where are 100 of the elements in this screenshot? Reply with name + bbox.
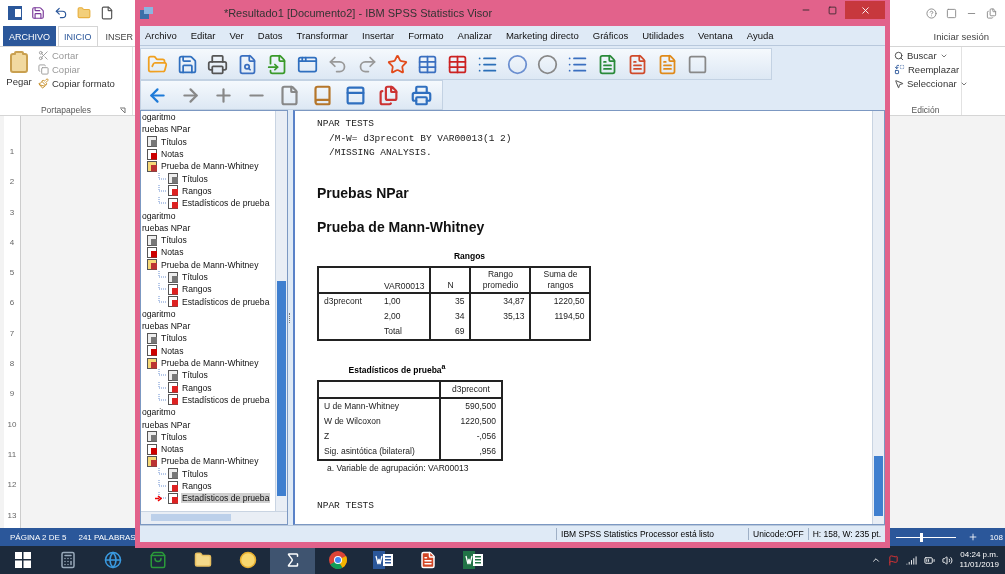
tree-item[interactable]: Notas [160,444,185,455]
column-header: VAR00013 [379,266,431,293]
notes-document-icon [147,246,158,258]
tree-item[interactable]: Rangos [181,284,213,295]
tree-item[interactable]: ruebas NPar [141,321,192,332]
chrome-circle-icon[interactable] [328,551,347,569]
tree-item[interactable]: Rangos [181,481,213,492]
syntax-line: /MISSING ANALYSIS. [328,146,433,161]
blank-document-icon[interactable] [279,84,300,106]
row-header: U de Mann-Whitney [318,397,440,414]
tree-item[interactable]: Rangos [181,382,213,393]
menu-item[interactable]: Analizar [457,30,492,41]
tree-item[interactable]: Títulos [181,173,209,184]
menu-item[interactable]: Formato [408,30,444,41]
menu-item[interactable]: Ayuda [746,30,774,41]
tree-item[interactable]: Notas [160,247,185,258]
shopping-bag-icon[interactable] [148,551,167,569]
tree-item[interactable]: Títulos [181,468,209,479]
tree-item[interactable]: ogaritmo [141,112,177,123]
book-icon[interactable] [312,84,333,106]
arrow-document-icon[interactable] [267,53,288,75]
tree-item[interactable]: Títulos [160,235,188,246]
ribbon-tab[interactable]: INICIO [58,26,98,46]
ribbon-tab[interactable]: ARCHIVO [3,26,56,46]
menu-item[interactable]: Gráficos [592,30,629,41]
help-icon[interactable] [926,7,937,19]
sign-in-link[interactable]: Iniciar sesión [933,30,989,42]
save-icon[interactable] [31,6,45,20]
tree-item[interactable]: Títulos [160,431,188,442]
tree-item[interactable]: ruebas NPar [141,222,192,233]
tree-item[interactable]: Estadísticos de prueba [181,296,271,307]
menu-item[interactable]: Transformar [296,30,348,41]
menu-item[interactable]: Ver [229,30,244,41]
replace-button[interactable]: Reemplazar [894,64,957,75]
menu-item[interactable]: Ventana [697,30,733,41]
menu-item[interactable]: Datos [257,30,283,41]
battery-icon[interactable] [923,554,935,566]
tree-item[interactable]: Prueba de Mann-Whitney [160,456,260,467]
restore-icon[interactable] [986,7,997,19]
tree-item[interactable]: Prueba de Mann-Whitney [160,358,260,369]
find-button[interactable]: Buscar [894,50,957,61]
folder-icon[interactable] [193,551,212,569]
select-button[interactable]: Seleccionar [894,78,957,89]
flag-icon[interactable] [887,554,899,566]
document-app-icon[interactable] [418,551,437,569]
globe-icon[interactable] [103,551,122,569]
tree-item[interactable]: ogaritmo [141,210,177,221]
tree-item[interactable]: Títulos [181,370,209,381]
horizontal-scrollbar[interactable] [141,511,287,524]
dialog-launcher-icon[interactable] [119,106,126,114]
grid-icon[interactable] [417,53,438,75]
signal-icon[interactable] [905,554,917,566]
tree-item[interactable]: Títulos [160,136,188,147]
calculator-icon[interactable] [58,551,77,569]
ribbon-display-icon[interactable] [946,7,957,19]
undo-icon[interactable] [54,6,68,20]
tree-item[interactable]: ruebas NPar [141,419,192,430]
vertical-scrollbar[interactable] [275,111,287,512]
menu-item[interactable]: Utilidades [642,30,684,41]
volume-icon[interactable] [941,554,953,566]
tree-item[interactable]: Prueba de Mann-Whitney [160,161,260,172]
tree-item[interactable]: Estadísticos de prueba [181,198,271,209]
square-icon[interactable] [687,53,708,75]
windows-logo-icon[interactable] [14,552,31,568]
tree-item[interactable]: Prueba de Mann-Whitney [160,259,260,270]
ruler-number: 10 [7,418,17,430]
tree-item[interactable]: Notas [160,149,185,160]
vertical-scrollbar[interactable] [872,111,884,524]
new-document-icon[interactable] [100,6,114,20]
tree-item[interactable]: Notas [160,345,185,356]
chevron-up-icon[interactable] [870,555,881,565]
ruler-number: 11 [7,448,17,460]
format-painter-button[interactable]: Copiar formato [38,78,115,89]
ruler-number: 4 [9,236,15,248]
menu-item[interactable]: Editar [190,30,216,41]
ribbon-tab[interactable]: INSER [99,26,140,46]
tree-item[interactable]: Títulos [160,333,188,344]
tree-item[interactable]: Rangos [181,185,213,196]
circle-app-icon[interactable] [238,551,257,569]
printer-icon[interactable] [207,53,228,75]
splitter-grip[interactable] [289,312,292,323]
zoom-slider-thumb[interactable] [919,532,923,542]
menu-item[interactable]: Marketing directo [505,30,579,41]
menu-item[interactable]: Insertar [362,30,395,41]
documents-icon[interactable] [378,84,399,106]
magnifier-document-icon[interactable] [237,53,258,75]
document-icon [168,468,179,480]
table-cell: 1194,50 [554,311,585,322]
tree-item[interactable]: ogaritmo [141,407,177,418]
tree-item[interactable]: ogaritmo [141,308,177,319]
window-icon[interactable] [345,84,366,106]
paste-button[interactable]: Pegar [4,50,34,105]
menu-item[interactable]: Archivo [145,30,177,41]
group-label: Edición [910,105,941,115]
tree-item[interactable]: Estadísticos de prueba [181,394,271,405]
zoom-in-icon[interactable] [967,532,978,542]
ruler-number: 13 [7,509,17,521]
tree-item[interactable]: Títulos [181,272,209,282]
tree-item[interactable]: ruebas NPar [141,124,192,135]
tree-item[interactable]: Estadísticos de prueba [181,493,271,504]
